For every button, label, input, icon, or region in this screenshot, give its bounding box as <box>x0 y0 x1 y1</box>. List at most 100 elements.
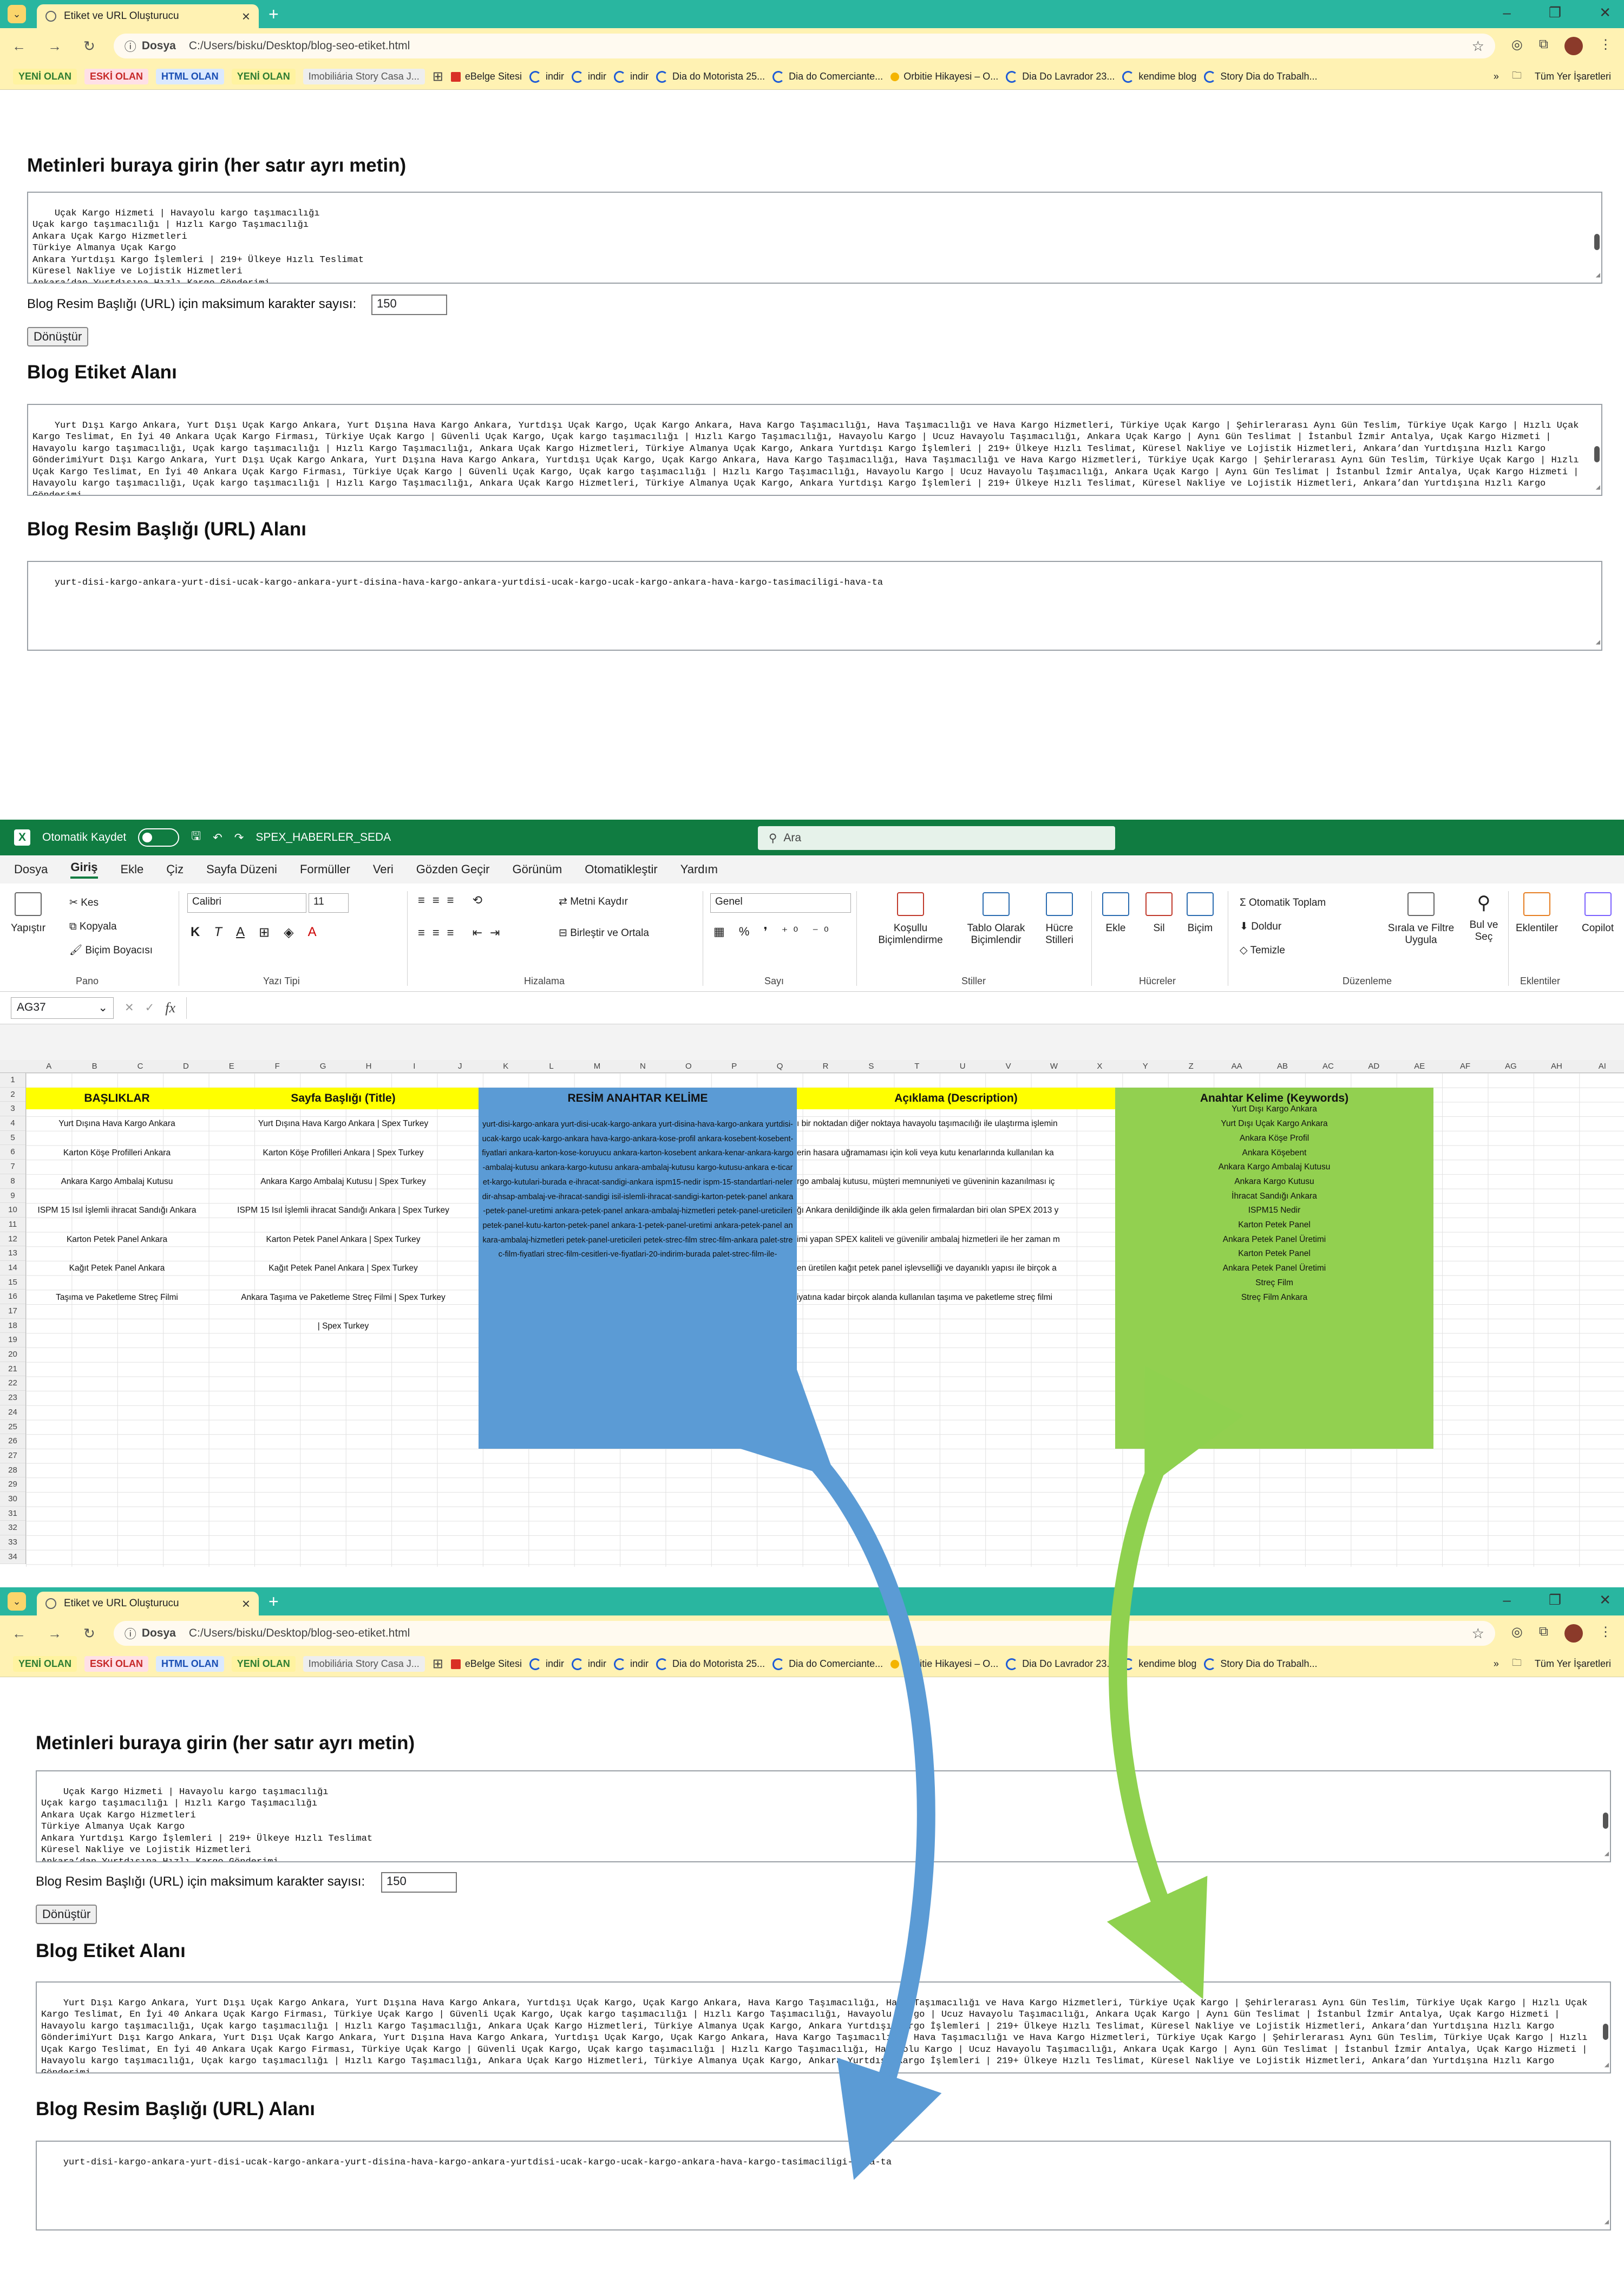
cell-keyword[interactable]: İhracat Sandığı Ankara <box>1115 1192 1433 1201</box>
row-header[interactable]: 30 <box>0 1492 25 1507</box>
column-header[interactable]: AE <box>1397 1062 1442 1071</box>
max-chars-input[interactable]: 150 <box>381 1872 457 1893</box>
cell-title[interactable]: Karton Köşe Profilleri Ankara | Spex Tur… <box>208 1148 479 1158</box>
column-header[interactable]: V <box>985 1062 1031 1071</box>
resize-handle[interactable]: ◢ <box>1605 2060 1609 2072</box>
new-tab-button[interactable]: + <box>269 1592 279 1612</box>
row-header[interactable]: 29 <box>0 1477 25 1492</box>
bookmark-yeni-olan-2[interactable]: YENİ OLAN <box>231 69 296 84</box>
bookmark-html-olan[interactable]: HTML OLAN <box>156 1656 224 1672</box>
browser-tab[interactable]: Etiket ve URL Oluşturucu × <box>37 4 259 28</box>
excel-menu-item[interactable]: Sayfa Düzeni <box>206 862 277 876</box>
column-header[interactable]: H <box>346 1062 391 1071</box>
row-header[interactable]: 23 <box>0 1391 25 1405</box>
spreadsheet-grid[interactable]: A B C D E F G H I J K L M N O P Q R S T U V W X Y Z AA AB AC AD AE AF AG… <box>0 1060 1624 1567</box>
excel-menu-item[interactable]: Otomatikleştir <box>585 862 657 876</box>
column-header[interactable]: Z <box>1168 1062 1214 1071</box>
star-icon[interactable]: ☆ <box>1472 38 1484 55</box>
fill-color-icon[interactable]: ◈ <box>284 925 293 940</box>
scrollbar[interactable] <box>1601 1986 1609 2069</box>
copy-button[interactable]: ⧉ Kopyala <box>69 915 153 939</box>
excel-menu-item[interactable]: Çiz <box>166 862 184 876</box>
cell-description[interactable]: imi yapan SPEX kaliteli ve güvenilir amb… <box>797 1235 1115 1245</box>
cell-description[interactable]: ğı Ankara denildiğinde ilk akla gelen fi… <box>797 1206 1115 1215</box>
resize-handle[interactable]: ◢ <box>1596 482 1600 494</box>
row-header[interactable]: 13 <box>0 1246 25 1261</box>
row-header[interactable]: 3 <box>0 1102 25 1117</box>
column-header[interactable]: Q <box>757 1062 802 1071</box>
format-cells-button[interactable]: Biçim <box>1187 892 1214 934</box>
autosave-toggle[interactable] <box>138 828 180 847</box>
bookmark-link[interactable]: Dia do Comerciante... <box>772 71 883 83</box>
font-size-select[interactable]: 11 <box>309 893 349 913</box>
close-window-icon[interactable]: ✕ <box>1599 1592 1611 1608</box>
scrollbar[interactable] <box>1593 408 1600 492</box>
bookmark-link[interactable]: kendime blog <box>1122 71 1196 83</box>
bookmark-link[interactable]: indir <box>572 1658 606 1670</box>
row-header[interactable]: 8 <box>0 1174 25 1189</box>
cell-title[interactable]: | Spex Turkey <box>208 1322 479 1331</box>
delete-cells-button[interactable]: Sil <box>1145 892 1173 934</box>
bookmark-imobiliaria[interactable]: Imobiliária Story Casa J... <box>303 1656 425 1672</box>
name-box[interactable]: AG37 ⌄ <box>11 997 114 1019</box>
column-header[interactable]: AH <box>1534 1062 1579 1071</box>
cell-baslik[interactable]: Karton Petek Panel Ankara <box>26 1235 208 1245</box>
format-as-table-button[interactable]: Tablo Olarak Biçimlendir <box>958 892 1034 946</box>
forward-icon[interactable]: → <box>48 38 62 55</box>
bookmark-link[interactable]: Dia do Motorista 25... <box>656 1658 765 1670</box>
excel-menu-item[interactable]: Gözden Geçir <box>416 862 490 876</box>
row-header[interactable]: 6 <box>0 1145 25 1160</box>
column-header[interactable]: P <box>711 1062 757 1071</box>
excel-menu-item[interactable]: Giriş <box>70 860 98 879</box>
convert-button[interactable]: Dönüştür <box>27 327 89 346</box>
cell-keyword[interactable]: Streç Film Ankara <box>1115 1293 1433 1303</box>
menu-icon[interactable]: ⋮ <box>1599 1624 1612 1643</box>
column-header[interactable]: K <box>483 1062 528 1071</box>
bookmark-link[interactable]: Dia Do Lavrador 23... <box>1006 71 1115 83</box>
row-header[interactable]: 33 <box>0 1535 25 1550</box>
cell-keyword[interactable]: Ankara Köşebent <box>1115 1148 1433 1158</box>
save-icon[interactable]: 🖫 <box>191 828 201 847</box>
bookmark-link[interactable]: eBelge Sitesi <box>451 1658 522 1670</box>
addins-button[interactable]: Eklentiler <box>1516 892 1558 934</box>
minimize-icon[interactable]: – <box>1503 4 1510 21</box>
new-tab-button[interactable]: + <box>269 4 279 24</box>
cell-keyword[interactable]: Ankara Kargo Kutusu <box>1115 1177 1433 1187</box>
close-window-icon[interactable]: ✕ <box>1599 4 1611 21</box>
browser-tab[interactable]: Etiket ve URL Oluşturucu × <box>37 1592 259 1615</box>
cell-keyword[interactable]: Ankara Köşe Profil <box>1115 1134 1433 1143</box>
cell-description[interactable]: ı bir noktadan diğer noktaya havayolu ta… <box>797 1119 1115 1129</box>
bookmark-link[interactable]: Dia do Motorista 25... <box>656 71 765 83</box>
all-bookmarks[interactable]: Tüm Yer İşaretleri <box>1535 71 1611 82</box>
cell-baslik[interactable]: Karton Köşe Profilleri Ankara <box>26 1148 208 1158</box>
resize-handle[interactable]: ◢ <box>1605 1849 1609 1861</box>
forward-icon[interactable]: → <box>48 1625 62 1642</box>
column-header[interactable]: M <box>574 1062 620 1071</box>
row-header[interactable]: 21 <box>0 1362 25 1377</box>
insert-cells-button[interactable]: Ekle <box>1102 892 1129 934</box>
undo-icon[interactable]: ↶ <box>213 831 222 845</box>
column-header[interactable]: AA <box>1214 1062 1259 1071</box>
row-header[interactable]: 31 <box>0 1507 25 1521</box>
tags-textarea[interactable]: Yurt Dışı Kargo Ankara, Yurt Dışı Uçak K… <box>36 1981 1611 2073</box>
bookmark-imobiliaria[interactable]: Imobiliária Story Casa J... <box>303 69 425 84</box>
bookmark-link[interactable]: Dia do Comerciante... <box>772 1658 883 1670</box>
bookmark-link[interactable]: Story Dia do Trabalh... <box>1204 1658 1317 1670</box>
column-header[interactable]: C <box>117 1062 163 1071</box>
avatar[interactable] <box>1564 1624 1583 1643</box>
cell-keyword[interactable]: Yurt Dışı Kargo Ankara <box>1115 1104 1433 1114</box>
site-info-chip[interactable]: Dosya <box>125 1625 176 1642</box>
cell-baslik[interactable]: Ankara Kargo Ambalaj Kutusu <box>26 1177 208 1187</box>
wrap-text-button[interactable]: ⇄ Metni Kaydır <box>559 895 628 908</box>
number-format-select[interactable]: Genel <box>710 893 851 913</box>
more-bookmarks-button[interactable]: » <box>1494 71 1499 82</box>
more-bookmarks-button[interactable]: » <box>1494 1658 1499 1670</box>
cell-keyword[interactable]: Karton Petek Panel <box>1115 1249 1433 1259</box>
row-header[interactable]: 16 <box>0 1290 25 1304</box>
row-header[interactable]: 24 <box>0 1405 25 1420</box>
excel-menu-item[interactable]: Ekle <box>121 862 144 876</box>
row-header[interactable]: 27 <box>0 1449 25 1463</box>
cell-keyword[interactable]: Ankara Petek Panel Üretimi <box>1115 1264 1433 1273</box>
cell-title[interactable]: Ankara Taşıma ve Paketleme Streç Filmi |… <box>208 1293 479 1303</box>
bookmark-yeni-olan[interactable]: YENİ OLAN <box>13 69 77 84</box>
